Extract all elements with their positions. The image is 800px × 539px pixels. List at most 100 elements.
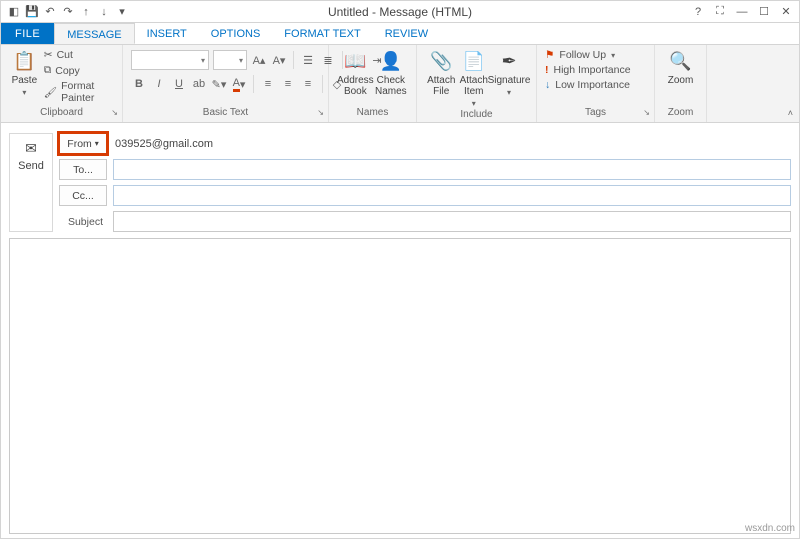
bold-icon[interactable]: B [131, 76, 147, 92]
low-importance-label: Low Importance [555, 79, 630, 91]
group-clipboard: 📋 Paste ▾ ✂ Cut ⧉Copy 🖌 Format Painter Cli… [1, 45, 123, 122]
watermark: wsxdn.com [745, 523, 795, 534]
qat-dropdown-icon[interactable]: ▾ [115, 5, 129, 19]
paste-button[interactable]: 📋 Paste ▾ [9, 49, 40, 97]
send-label: Send [18, 160, 44, 172]
send-icon: ✉ [25, 140, 37, 157]
paste-dropdown-icon[interactable]: ▾ [22, 88, 26, 97]
address-book-button[interactable]: 📖 AddressBook [337, 49, 374, 97]
cut-label: Cut [57, 49, 73, 61]
tab-message[interactable]: MESSAGE [54, 23, 134, 44]
group-title-include: Include [425, 108, 528, 122]
zoom-label: Zoom [668, 75, 694, 86]
font-family-dropdown[interactable]: ▾ [131, 50, 209, 70]
minimize-icon[interactable]: — [735, 5, 749, 19]
basic-text-launcher-icon[interactable]: ↘ [317, 106, 324, 120]
group-basic-text: ▾ ▾ A▴ A▾ ☰ ≣ ⇤ ⇥ B I U ab ✎▾ [123, 45, 329, 122]
maximize-icon[interactable]: ☐ [757, 5, 771, 19]
cc-input[interactable] [113, 185, 791, 206]
align-center-icon[interactable]: ≡ [280, 76, 296, 92]
ribbon-display-icon[interactable]: ⛶ [713, 5, 727, 19]
help-icon[interactable]: ? [691, 5, 705, 19]
attach-file-label: AttachFile [427, 75, 455, 97]
cc-button[interactable]: Cc... [59, 185, 107, 206]
save-icon[interactable]: 💾 [25, 5, 39, 19]
copy-icon: ⧉ [44, 64, 52, 77]
paste-label: Paste [12, 75, 38, 86]
title-bar: ◧ 💾 ↶ ↷ ↑ ↓ ▾ Untitled - Message (HTML) … [1, 1, 799, 23]
group-tags: ⚑Follow Up▾ !High Importance ↓Low Import… [537, 45, 655, 122]
high-importance-icon: ! [545, 64, 549, 76]
shrink-font-icon[interactable]: A▾ [271, 52, 287, 68]
italic-icon[interactable]: I [151, 76, 167, 92]
attach-item-dropdown-icon[interactable]: ▾ [472, 99, 476, 108]
strike-icon[interactable]: ab [191, 76, 207, 92]
underline-icon[interactable]: U [171, 76, 187, 92]
subject-input[interactable] [113, 211, 791, 232]
address-book-label: AddressBook [337, 75, 374, 97]
attach-item-button[interactable]: 📄 AttachItem ▾ [458, 49, 491, 108]
format-painter-icon: 🖌 [44, 86, 57, 99]
align-right-icon[interactable]: ≡ [300, 76, 316, 92]
tab-format-text[interactable]: FORMAT TEXT [272, 23, 372, 44]
highlight-icon[interactable]: ✎▾ [211, 76, 227, 92]
tags-launcher-icon[interactable]: ↘ [643, 106, 650, 120]
copy-button[interactable]: ⧉Copy [44, 64, 114, 77]
format-painter-label: Format Painter [61, 80, 114, 104]
group-title-names: Names [337, 106, 408, 120]
tab-options[interactable]: OPTIONS [199, 23, 273, 44]
follow-up-label: Follow Up [559, 49, 606, 61]
quick-access-toolbar: ◧ 💾 ↶ ↷ ↑ ↓ ▾ [1, 5, 129, 19]
format-painter-button[interactable]: 🖌 Format Painter [44, 80, 114, 104]
low-importance-button[interactable]: ↓ Low Importance [545, 79, 631, 91]
collapse-ribbon-icon[interactable]: ˄ [788, 108, 793, 118]
check-names-label: CheckNames [375, 75, 407, 97]
signature-button[interactable]: ✒ Signature ▾ [490, 49, 528, 97]
close-icon[interactable]: ✕ [779, 5, 793, 19]
cut-icon: ✂ [44, 49, 53, 61]
next-item-icon[interactable]: ↓ [97, 5, 111, 19]
check-names-icon: 👤 [379, 49, 403, 73]
follow-up-button[interactable]: ⚑Follow Up▾ [545, 49, 631, 61]
send-button[interactable]: ✉ Send [9, 133, 53, 232]
check-names-button[interactable]: 👤 CheckNames [374, 49, 408, 97]
prev-item-icon[interactable]: ↑ [79, 5, 93, 19]
tab-review[interactable]: REVIEW [373, 23, 440, 44]
font-color-icon[interactable]: A▾ [231, 76, 247, 92]
signature-icon: ✒ [497, 49, 521, 73]
align-left-icon[interactable]: ≡ [260, 76, 276, 92]
attach-item-icon: 📄 [462, 49, 486, 73]
group-zoom: 🔍 Zoom Zoom [655, 45, 707, 122]
copy-label: Copy [55, 65, 80, 77]
zoom-button[interactable]: 🔍 Zoom [663, 49, 698, 86]
group-title-clipboard: Clipboard↘ [9, 106, 114, 120]
redo-icon[interactable]: ↷ [61, 5, 75, 19]
tab-file[interactable]: FILE [1, 23, 54, 44]
to-button[interactable]: To... [59, 159, 107, 180]
tab-insert[interactable]: INSERT [135, 23, 199, 44]
from-button[interactable]: From ▾ [59, 133, 107, 154]
undo-icon[interactable]: ↶ [43, 5, 57, 19]
bullets-icon[interactable]: ☰ [300, 52, 316, 68]
ribbon-tabs: FILE MESSAGE INSERT OPTIONS FORMAT TEXT … [1, 23, 799, 45]
group-title-basic-text: Basic Text↘ [131, 106, 320, 120]
signature-dropdown-icon[interactable]: ▾ [507, 88, 511, 97]
cut-button[interactable]: ✂ Cut [44, 49, 114, 61]
to-input[interactable] [113, 159, 791, 180]
font-size-dropdown[interactable]: ▾ [213, 50, 247, 70]
grow-font-icon[interactable]: A▴ [251, 52, 267, 68]
message-body[interactable] [9, 238, 791, 534]
group-title-zoom: Zoom [663, 106, 698, 120]
attach-file-button[interactable]: 📎 AttachFile [425, 49, 458, 97]
group-title-tags: Tags↘ [545, 106, 646, 120]
high-importance-button[interactable]: ! High Importance [545, 64, 631, 76]
group-names: 📖 AddressBook 👤 CheckNames Names [329, 45, 417, 122]
compose-header: ✉ Send From ▾ 039525@gmail.com To... Cc.… [1, 123, 799, 238]
address-book-icon: 📖 [343, 49, 367, 73]
paste-icon: 📋 [12, 49, 36, 73]
follow-up-dropdown-icon[interactable]: ▾ [611, 51, 615, 60]
chevron-down-icon: ▾ [95, 139, 99, 148]
low-importance-icon: ↓ [545, 79, 550, 91]
high-importance-label: High Importance [554, 64, 631, 76]
clipboard-launcher-icon[interactable]: ↘ [111, 106, 118, 120]
